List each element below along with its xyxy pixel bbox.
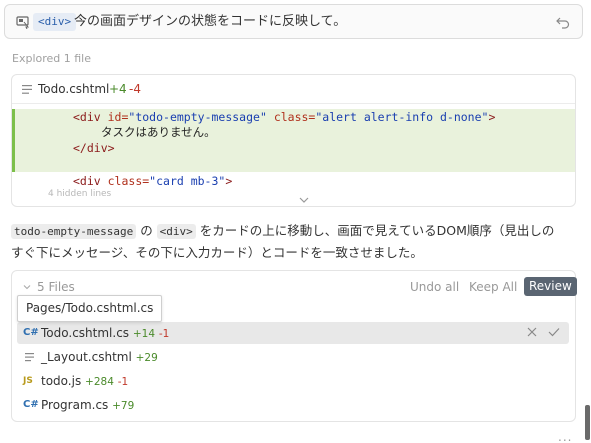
code-line: </div> [73,141,115,155]
element-context-icon [16,16,30,29]
diff-removed-count: -4 [129,82,141,96]
undo-icon[interactable] [556,15,570,29]
chevron-down-icon[interactable] [299,197,309,204]
hidden-lines-label: 4 hidden lines [48,189,112,199]
inline-code: <div> [156,224,196,239]
prompt-text: 今の画面デザインの状態をコードに反映して。 [74,14,347,29]
code-line: <div id="todo-empty-message" class="aler… [73,110,496,124]
assistant-message: todo-empty-message の <div> をカードの上に移動し、画面… [11,223,555,260]
diff-card: Todo.cshtml +4 -4 <div id="todo-empty-me… [11,74,576,207]
file-row[interactable]: C# Program.cs +79 [17,394,569,416]
js-icon: JS [23,376,33,386]
close-icon[interactable] [527,327,537,337]
file-name: _Layout.cshtml [41,350,132,364]
review-button[interactable]: Review [524,277,577,296]
file-name: Todo.cshtml.cs [41,326,130,340]
csharp-icon: C# [23,327,39,338]
diff-added-count: +4 [109,82,127,96]
files-count[interactable]: 5 Files [37,280,75,294]
csharp-icon: C# [23,399,39,410]
diff-file-name: Todo.cshtml [38,82,110,96]
prompt-box[interactable]: <div> 今の画面デザインの状態をコードに反映して。 [4,4,583,39]
inline-code: todo-empty-message [11,224,137,239]
file-lines-icon [25,353,34,362]
file-lines-icon [22,85,32,94]
scrollbar[interactable] [585,405,590,440]
code-line: タスクはありません。 [101,125,216,139]
file-name: todo.js [41,374,82,388]
explored-label: Explored 1 file [12,52,92,65]
keep-all-button[interactable]: Keep All [469,280,517,294]
more-indicator: ... [558,430,573,443]
file-row[interactable]: _Layout.cshtml +29 [17,346,569,368]
undo-all-button[interactable]: Undo all [410,280,459,294]
file-name: Program.cs [41,398,109,412]
element-chip[interactable]: <div> [33,13,77,31]
diff-header[interactable]: Todo.cshtml +4 -4 [12,75,575,104]
file-row[interactable]: JS todo.js +284 -1 [17,370,569,392]
file-row[interactable]: C# Todo.cshtml.cs +14 -1 [17,322,569,344]
code-line: <div class="card mb-3"> [73,174,233,188]
chevron-down-icon[interactable] [23,283,31,291]
file-path-tooltip: Pages/Todo.cshtml.cs [17,295,163,322]
check-icon[interactable] [548,327,560,337]
